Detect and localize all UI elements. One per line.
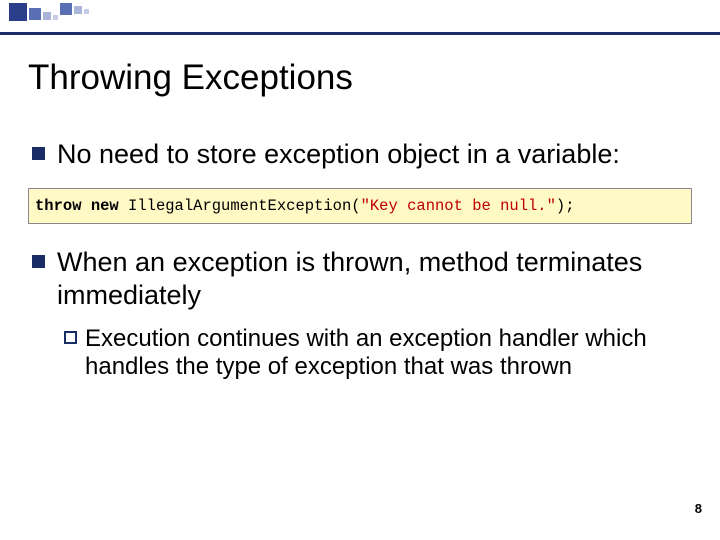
page-number: 8	[695, 501, 702, 516]
bullet-item: When an exception is thrown, method term…	[32, 246, 692, 311]
code-keyword: new	[91, 197, 119, 215]
square-bullet-icon	[32, 147, 45, 160]
code-string: "Key cannot be null."	[361, 197, 556, 215]
code-keyword: throw	[35, 197, 82, 215]
slide-header-decoration	[0, 0, 720, 36]
code-tail: );	[556, 197, 575, 215]
bullet-item: No need to store exception object in a v…	[32, 138, 692, 170]
slide-title: Throwing Exceptions	[28, 58, 692, 98]
header-divider	[0, 32, 720, 35]
decoration-squares	[8, 2, 128, 22]
bullet-text: When an exception is thrown, method term…	[57, 246, 692, 311]
slide-content: Throwing Exceptions No need to store exc…	[28, 50, 692, 382]
sub-bullet-text: Execution continues with an exception ha…	[85, 325, 692, 382]
sub-bullet-item: Execution continues with an exception ha…	[64, 325, 692, 382]
square-bullet-icon	[32, 255, 45, 268]
code-block: throw new IllegalArgumentException("Key …	[28, 188, 692, 224]
bullet-text: No need to store exception object in a v…	[57, 138, 620, 170]
hollow-square-bullet-icon	[64, 331, 77, 344]
code-class: IllegalArgumentException(	[119, 197, 361, 215]
